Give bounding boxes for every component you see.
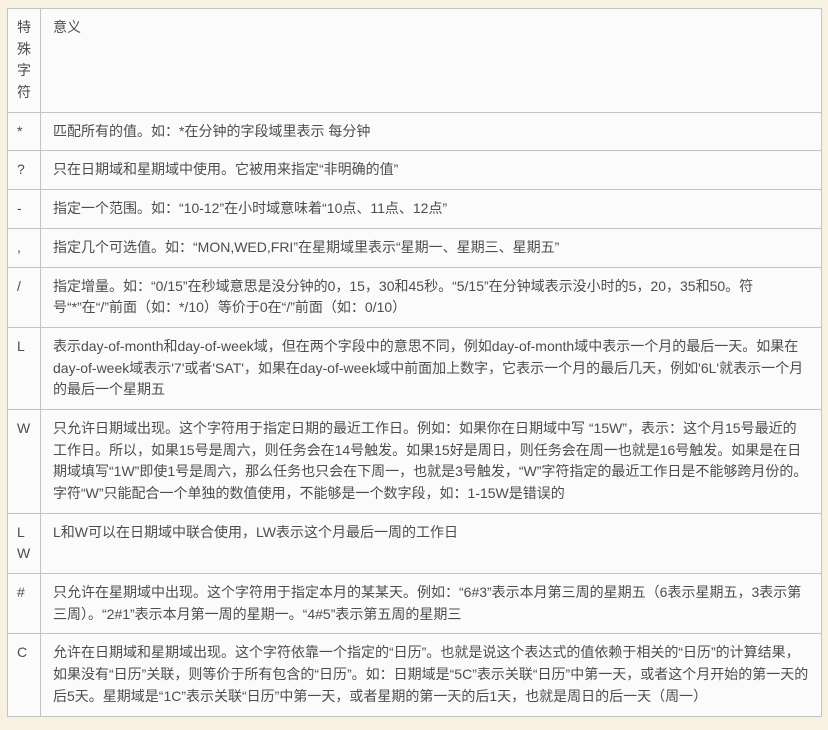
char-cell: L <box>7 326 41 410</box>
meaning-cell: 指定一个范围。如：“10-12”在小时域意味着“10点、11点、12点” <box>40 189 822 229</box>
table-row-LW: LW L和W可以在日期域中联合使用，LW表示这个月最后一周的工作日 <box>7 512 822 575</box>
table-row-asterisk: * 匹配所有的值。如：*在分钟的字段域里表示 每分钟 <box>7 111 822 152</box>
header-meaning: 意义 <box>40 8 822 113</box>
header-special-char: 特殊字符 <box>7 8 41 113</box>
table-row-comma: , 指定几个可选值。如：“MON,WED,FRI”在星期域里表示“星期一、星期三… <box>7 227 822 268</box>
char-cell: ? <box>7 150 41 191</box>
meaning-cell: 只允许在星期域中出现。这个字符用于指定本月的某某天。例如：“6#3”表示本月第三… <box>40 573 822 635</box>
meaning-cell: L和W可以在日期域中联合使用，LW表示这个月最后一周的工作日 <box>40 512 822 575</box>
char-cell: , <box>7 227 41 268</box>
meaning-cell: 只在日期域和星期域中使用。它被用来指定“非明确的值” <box>40 150 822 191</box>
char-cell: LW <box>7 512 41 575</box>
char-cell: # <box>7 573 41 635</box>
meaning-cell: 指定增量。如：“0/15”在秒域意思是没分钟的0，15，30和45秒。“5/15… <box>40 266 822 328</box>
char-cell: / <box>7 266 41 328</box>
header-row: 特殊字符 意义 <box>7 8 822 113</box>
char-cell: - <box>7 189 41 229</box>
table-row-hash: # 只允许在星期域中出现。这个字符用于指定本月的某某天。例如：“6#3”表示本月… <box>7 573 822 635</box>
meaning-cell: 允许在日期域和星期域出现。这个字符依靠一个指定的“日历”。也就是说这个表达式的值… <box>40 633 822 717</box>
meaning-cell: 表示day-of-month和day-of-week域，但在两个字段中的意思不同… <box>40 326 822 410</box>
char-cell: C <box>7 633 41 717</box>
char-cell: W <box>7 408 41 514</box>
table-row-hyphen: - 指定一个范围。如：“10-12”在小时域意味着“10点、11点、12点” <box>7 189 822 229</box>
char-cell: * <box>7 111 41 152</box>
table-row-W: W 只允许日期域出现。这个字符用于指定日期的最近工作日。例如：如果你在日期域中写… <box>7 408 822 514</box>
meaning-cell: 匹配所有的值。如：*在分钟的字段域里表示 每分钟 <box>40 111 822 152</box>
meaning-cell: 只允许日期域出现。这个字符用于指定日期的最近工作日。例如：如果你在日期域中写 “… <box>40 408 822 514</box>
meaning-cell: 指定几个可选值。如：“MON,WED,FRI”在星期域里表示“星期一、星期三、星… <box>40 227 822 268</box>
cron-special-char-table: 特殊字符 意义 * 匹配所有的值。如：*在分钟的字段域里表示 每分钟 ? 只在日… <box>7 8 822 717</box>
table-row-L: L 表示day-of-month和day-of-week域，但在两个字段中的意思… <box>7 326 822 410</box>
page-background: 特殊字符 意义 * 匹配所有的值。如：*在分钟的字段域里表示 每分钟 ? 只在日… <box>0 0 828 730</box>
table-row-slash: / 指定增量。如：“0/15”在秒域意思是没分钟的0，15，30和45秒。“5/… <box>7 266 822 328</box>
table-row-question: ? 只在日期域和星期域中使用。它被用来指定“非明确的值” <box>7 150 822 191</box>
table-row-C: C 允许在日期域和星期域出现。这个字符依靠一个指定的“日历”。也就是说这个表达式… <box>7 633 822 717</box>
